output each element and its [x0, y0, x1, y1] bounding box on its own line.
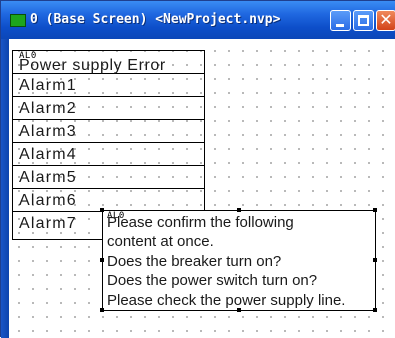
message-line: Please confirm the following	[107, 214, 294, 231]
list-item[interactable]: Alarm3	[13, 120, 204, 143]
alarm-item-label: Alarm7	[19, 215, 77, 232]
close-button[interactable]: ✕	[376, 10, 395, 31]
minimize-button[interactable]	[330, 10, 351, 31]
alarm-item-label: Alarm1	[19, 77, 77, 94]
alarm-list-header-row: AL0 Power supply Error	[13, 51, 204, 74]
selection-handle[interactable]	[100, 258, 104, 262]
window-title: 0 (Base Screen) <NewProject.nvp>	[30, 12, 281, 27]
close-icon: ✕	[379, 10, 393, 29]
message-line: Does the power switch turn on?	[107, 272, 318, 289]
list-item[interactable]: Alarm2	[13, 97, 204, 120]
selection-handle[interactable]	[100, 208, 104, 212]
selection-handle[interactable]	[373, 308, 377, 312]
list-item[interactable]: Alarm5	[13, 166, 204, 189]
message-line: content at once.	[107, 233, 214, 250]
list-item[interactable]: Alarm1	[13, 74, 204, 97]
selection-handle[interactable]	[100, 308, 104, 312]
list-item[interactable]: Alarm4	[13, 143, 204, 166]
alarm-list-header: Power supply Error	[19, 57, 166, 74]
editor-window: 0 (Base Screen) <NewProject.nvp> ✕ AL0 P…	[0, 0, 395, 338]
title-bar[interactable]: 0 (Base Screen) <NewProject.nvp> ✕	[1, 1, 395, 39]
list-item[interactable]: Alarm6	[13, 189, 204, 212]
alarm-item-label: Alarm3	[19, 123, 77, 140]
alarm-item-label: Alarm6	[19, 192, 77, 209]
message-line: Please check the power supply line.	[107, 292, 346, 309]
selection-handle[interactable]	[237, 308, 241, 312]
maximize-button[interactable]	[353, 10, 374, 31]
selection-handle[interactable]	[373, 258, 377, 262]
message-line: Does the breaker turn on?	[107, 253, 282, 270]
alarm-item-label: Alarm4	[19, 146, 77, 163]
maximize-icon	[358, 15, 369, 26]
screen-icon	[10, 14, 26, 27]
alarm-item-label: Alarm5	[19, 169, 77, 186]
alarm-message-object[interactable]: AL0 Please confirm the following content…	[102, 210, 376, 311]
selection-handle[interactable]	[237, 208, 241, 212]
selection-handle[interactable]	[373, 208, 377, 212]
window-frame-left	[1, 39, 9, 338]
minimize-icon	[336, 24, 344, 27]
alarm-item-label: Alarm2	[19, 100, 77, 117]
